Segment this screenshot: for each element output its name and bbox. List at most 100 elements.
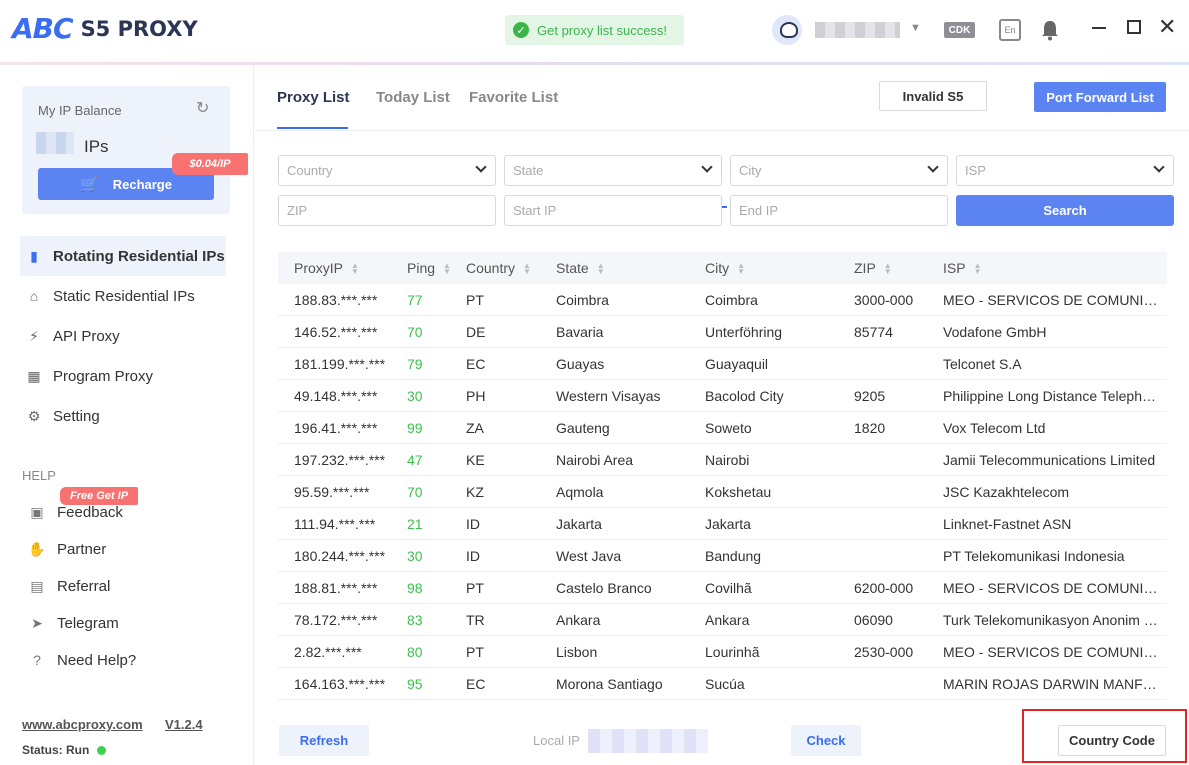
cell-zip: 06090 [854, 611, 893, 628]
table-row[interactable]: 196.41.***.*** 99 ZA Gauteng Soweto 1820 Vox T… [278, 412, 1167, 444]
column-header-state[interactable]: State ▲ ▼ [556, 260, 705, 276]
table-row[interactable]: 164.163.***.*** 95 EC Morona Santiago Sucúa M… [278, 668, 1167, 700]
chevron-down-icon[interactable]: ▼ [910, 22, 921, 34]
cell-country: PT [466, 643, 484, 660]
plug-icon: ⚡ [29, 327, 39, 344]
cell-ping: 77 [407, 291, 423, 308]
bell-icon[interactable] [1040, 19, 1060, 41]
cell-proxy-ip: 181.199.***.*** [294, 355, 386, 372]
country-code-button[interactable]: Country Code [1058, 725, 1166, 756]
table-row[interactable]: 197.232.***.*** 47 KE Nairobi Area Nairobi Ja… [278, 444, 1167, 476]
table-row[interactable]: 78.172.***.*** 83 TR Ankara Ankara 06090 Turk … [278, 604, 1167, 636]
cell-city: Coimbra [705, 291, 758, 308]
table-row[interactable]: 180.244.***.*** 30 ID West Java Bandung PT Te… [278, 540, 1167, 572]
version-link[interactable]: V1.2.4 [165, 717, 203, 732]
recharge-label: Recharge [112, 176, 172, 192]
refresh-icon[interactable]: ↻ [196, 98, 209, 118]
column-header-city[interactable]: City ▲ ▼ [705, 260, 854, 276]
table-row[interactable]: 49.148.***.*** 30 PH Western Visayas Bacolod… [278, 380, 1167, 412]
table-row[interactable]: 111.94.***.*** 21 ID Jakarta Jakarta Linknet-… [278, 508, 1167, 540]
table-row[interactable]: 188.81.***.*** 98 PT Castelo Branco Covilhã 6… [278, 572, 1167, 604]
cell-proxy-ip: 197.232.***.*** [294, 451, 386, 468]
minimize-icon[interactable] [1092, 27, 1106, 29]
end-ip-input[interactable]: End IP [730, 195, 948, 226]
invalid-s5-button[interactable]: Invalid S5 [879, 81, 987, 111]
cell-isp: MEO - SERVICOS DE COMUNICACOES E MULTIME… [943, 579, 1167, 596]
column-header-zip[interactable]: ZIP ▲ ▼ [854, 260, 943, 276]
cell-proxy-ip: 78.172.***.*** [294, 611, 378, 628]
help-item-need-help[interactable]: ? Need Help? [28, 647, 218, 673]
help-item-partner[interactable]: ✋ Partner [28, 536, 218, 562]
help-item-referral[interactable]: ▤ Referral [28, 573, 218, 599]
sidebar-item-label: Program Proxy [53, 367, 154, 385]
sidebar-item-api-proxy[interactable]: ⚡ API Proxy [20, 316, 226, 356]
success-toast: ✓ Get proxy list success! [505, 15, 684, 45]
user-avatar[interactable] [772, 15, 802, 45]
cell-city: Lourinhã [705, 643, 760, 660]
cell-isp: Jamii Telecommunications Limited [943, 451, 1156, 468]
sort-icon[interactable]: ▲ ▼ [974, 262, 982, 276]
search-button[interactable]: Search [956, 195, 1174, 226]
help-item-label: Telegram [57, 614, 119, 632]
tab-proxy-list[interactable]: Proxy List [277, 89, 350, 106]
column-header-ping[interactable]: Ping ▲ ▼ [407, 260, 466, 276]
state-select[interactable]: State [504, 155, 722, 186]
tab-today-list[interactable]: Today List [376, 89, 450, 106]
close-icon[interactable]: ✕ [1158, 14, 1176, 40]
sort-icon[interactable]: ▲ ▼ [597, 262, 605, 276]
city-select-placeholder: City [739, 163, 762, 178]
balance-value-redacted [36, 132, 74, 154]
table-row[interactable]: 188.83.***.*** 77 PT Coimbra Coimbra 3000-000… [278, 284, 1167, 316]
sidebar-item-program-proxy[interactable]: ▦ Program Proxy [20, 356, 226, 396]
maximize-icon[interactable] [1127, 20, 1141, 34]
table-row[interactable]: 181.199.***.*** 79 EC Guayas Guayaquil Telcon… [278, 348, 1167, 380]
sidebar-item-rotating-residential[interactable]: ▮ Rotating Residential IPs [20, 236, 226, 276]
port-forward-list-button[interactable]: Port Forward List [1034, 82, 1166, 112]
chevron-down-icon [1153, 161, 1165, 173]
isp-select[interactable]: ISP [956, 155, 1174, 186]
table-row[interactable]: 2.82.***.*** 80 PT Lisbon Lourinhã 2530-000 ME… [278, 636, 1167, 668]
tab-favorite-list[interactable]: Favorite List [469, 89, 558, 106]
chevron-down-icon [927, 161, 939, 173]
cell-city: Nairobi [705, 451, 750, 468]
cell-ping: 47 [407, 451, 423, 468]
username-redacted[interactable] [815, 22, 900, 38]
ip-balance-card: My IP Balance ↻ IPs 🛒 Recharge [22, 86, 230, 214]
grid-icon: ▦ [27, 367, 41, 384]
language-icon[interactable]: En [999, 19, 1021, 41]
help-item-telegram[interactable]: ➤ Telegram [28, 610, 218, 636]
cell-ping: 70 [407, 483, 423, 500]
column-header-proxy-ip[interactable]: ProxyIP ▲ ▼ [278, 260, 407, 276]
cell-state: Lisbon [556, 643, 598, 660]
help-item-feedback[interactable]: ▣ Feedback [28, 499, 218, 525]
sort-icon[interactable]: ▲ ▼ [523, 262, 531, 276]
cell-city: Bandung [705, 547, 762, 564]
column-header-label: ProxyIP [294, 260, 344, 276]
table-row[interactable]: 146.52.***.*** 70 DE Bavaria Unterföhring 857… [278, 316, 1167, 348]
cdk-button[interactable]: CDK [944, 22, 975, 38]
zip-input[interactable]: ZIP [278, 195, 496, 226]
cell-city: Sucúa [705, 675, 745, 692]
column-header-isp[interactable]: ISP ▲ ▼ [943, 260, 1167, 276]
price-tag: $0.04/IP [172, 153, 248, 175]
country-select[interactable]: Country [278, 155, 496, 186]
sidebar-item-setting[interactable]: ⚙ Setting [20, 396, 226, 436]
start-ip-input[interactable]: Start IP [504, 195, 722, 226]
sort-icon[interactable]: ▲ ▼ [351, 262, 359, 276]
website-link[interactable]: www.abcproxy.com [22, 717, 143, 732]
column-header-country[interactable]: Country ▲ ▼ [466, 260, 556, 276]
cell-zip: 85774 [854, 323, 893, 340]
active-tab-indicator [277, 127, 348, 129]
cell-state: Western Visayas [556, 387, 661, 404]
help-item-label: Referral [57, 577, 111, 595]
sort-icon[interactable]: ▲ ▼ [884, 262, 892, 276]
check-button[interactable]: Check [791, 725, 861, 756]
table-row[interactable]: 95.59.***.*** 70 KZ Aqmola Kokshetau JSC Kaza… [278, 476, 1167, 508]
help-item-label: Need Help? [57, 651, 137, 669]
sort-icon[interactable]: ▲ ▼ [443, 262, 451, 276]
city-select[interactable]: City [730, 155, 948, 186]
sort-icon[interactable]: ▲ ▼ [737, 262, 745, 276]
sidebar-item-static-residential[interactable]: ⌂ Static Residential IPs [20, 276, 226, 316]
help-item-label: Partner [57, 540, 107, 558]
refresh-button[interactable]: Refresh [279, 725, 369, 756]
